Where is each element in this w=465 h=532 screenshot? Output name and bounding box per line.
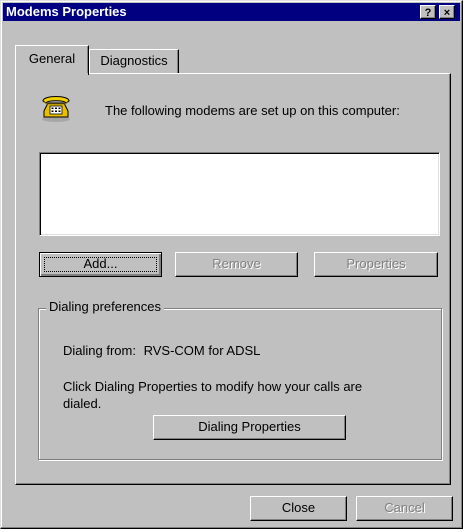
cancel-button-label: Cancel bbox=[384, 500, 425, 515]
remove-button[interactable]: Remove bbox=[175, 252, 298, 277]
tab-general-label: General bbox=[28, 51, 76, 66]
phone-icon bbox=[38, 89, 74, 125]
dialing-info-line1: Click Dialing Properties to modify how y… bbox=[63, 379, 363, 394]
tab-diagnostics[interactable]: Diagnostics bbox=[89, 49, 179, 73]
modems-properties-dialog: Modems Properties ? × General Diagnostic… bbox=[0, 0, 463, 529]
window-title: Modems Properties bbox=[6, 4, 127, 19]
close-window-button[interactable]: × bbox=[439, 5, 455, 19]
cancel-button[interactable]: Cancel bbox=[356, 496, 453, 521]
tab-diagnostics-label: Diagnostics bbox=[100, 53, 168, 68]
add-button[interactable]: Add... bbox=[39, 252, 162, 277]
modems-list[interactable] bbox=[39, 152, 440, 236]
title-bar[interactable]: Modems Properties ? × bbox=[3, 3, 460, 21]
close-button[interactable]: Close bbox=[250, 496, 347, 521]
modems-intro-text: The following modems are set up on this … bbox=[105, 103, 400, 118]
focus-rect bbox=[44, 257, 157, 272]
properties-button-label: Properties bbox=[346, 256, 406, 271]
properties-button[interactable]: Properties bbox=[314, 252, 438, 277]
dialing-from-label: Dialing from: bbox=[63, 343, 136, 358]
tab-general[interactable]: General bbox=[15, 45, 89, 75]
dialing-properties-button-label: Dialing Properties bbox=[198, 419, 301, 434]
dialing-properties-button[interactable]: Dialing Properties bbox=[153, 415, 346, 440]
active-tab-join bbox=[16, 73, 88, 75]
dialing-preferences-label: Dialing preferences bbox=[46, 299, 165, 314]
help-button[interactable]: ? bbox=[420, 5, 436, 19]
dialing-from-row: Dialing from: RVS-COM for ADSL bbox=[63, 343, 260, 358]
dialing-from-value: RVS-COM for ADSL bbox=[143, 343, 261, 358]
remove-button-label: Remove bbox=[212, 256, 261, 271]
dialing-info-line2: dialed. bbox=[63, 396, 102, 411]
close-button-label: Close bbox=[281, 500, 316, 515]
